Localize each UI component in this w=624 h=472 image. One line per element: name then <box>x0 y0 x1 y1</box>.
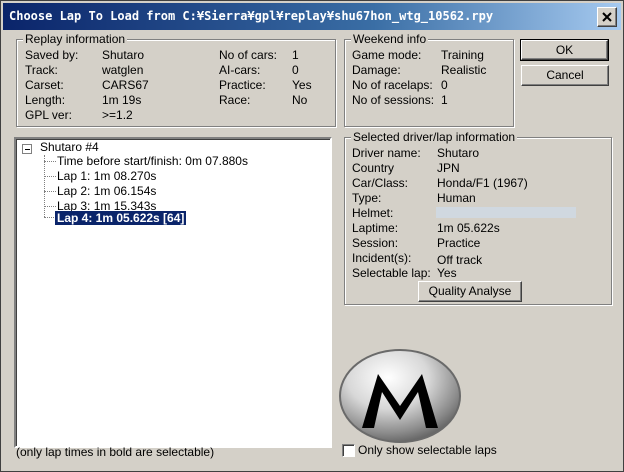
replay-info-legend: Replay information <box>23 32 128 46</box>
driver-info-legend: Selected driver/lap information <box>351 130 518 144</box>
driver-value: 1m 05.622s <box>437 221 500 235</box>
weekend-label: Damage: <box>352 63 401 77</box>
weekend-value: Training <box>441 48 484 62</box>
driver-value: Shutaro <box>437 146 480 160</box>
tree-connector <box>44 191 56 192</box>
close-button[interactable] <box>597 7 617 27</box>
replay-label: Saved by: <box>25 48 79 62</box>
replay-label: AI-cars: <box>219 63 261 77</box>
selectable-only-label[interactable]: Only show selectable laps <box>358 443 497 457</box>
driver-label: Driver name: <box>352 146 421 160</box>
helmet-preview <box>436 207 576 218</box>
replay-label: Length: <box>25 93 66 107</box>
replay-value: Shutaro <box>102 48 145 62</box>
replay-label: No of cars: <box>219 48 278 62</box>
weekend-value: 1 <box>441 93 448 107</box>
replay-label: Track: <box>25 63 58 77</box>
tree-item-lap-selected[interactable]: Lap 4: 1m 05.622s [64] <box>53 210 188 226</box>
window-title: Choose Lap To Load from C:¥Sierra¥gpl¥re… <box>9 9 494 23</box>
replay-value: watglen <box>102 63 144 77</box>
tree-connector <box>44 206 56 207</box>
tree-connector <box>44 161 56 162</box>
weekend-value: Realistic <box>441 63 487 77</box>
replay-value: 0 <box>292 63 299 77</box>
driver-value: Human <box>437 191 476 205</box>
tree-item-lap[interactable]: Lap 2: 1m 06.154s <box>57 184 156 198</box>
driver-value: Honda/F1 (1967) <box>437 176 528 190</box>
replay-value: Yes <box>292 78 312 92</box>
weekend-label: No of racelaps: <box>352 78 433 92</box>
driver-label: Incident(s): <box>352 251 412 265</box>
tree-item-lap[interactable]: Lap 1: 1m 08.270s <box>57 169 156 183</box>
replay-label: Carset: <box>25 78 64 92</box>
ok-button[interactable]: OK <box>520 39 609 61</box>
driver-label: Helmet: <box>352 206 394 220</box>
driver-label: Laptime: <box>352 221 399 235</box>
tree-root-driver[interactable]: Shutaro #4 <box>40 140 99 154</box>
replay-label: Practice: <box>219 78 266 92</box>
driver-label: Country <box>352 161 395 175</box>
tree-connector <box>44 176 56 177</box>
tree-item-start-time[interactable]: Time before start/finish: 0m 07.880s <box>57 154 248 168</box>
replay-value: >=1.2 <box>102 108 133 122</box>
selectable-only-checkbox[interactable] <box>342 444 355 457</box>
driver-label: Type: <box>352 191 382 205</box>
replay-label: GPL ver: <box>25 108 72 122</box>
lap-tree[interactable]: Shutaro #4 Time before start/finish: 0m … <box>14 137 332 448</box>
replay-label: Race: <box>219 93 251 107</box>
driver-label: Car/Class: <box>352 176 409 190</box>
weekend-info-legend: Weekend info <box>351 32 429 46</box>
driver-value: JPN <box>437 161 460 175</box>
title-bar[interactable]: Choose Lap To Load from C:¥Sierra¥gpl¥re… <box>3 3 621 30</box>
driver-value: Yes <box>437 266 457 280</box>
weekend-label: Game mode: <box>352 48 422 62</box>
replay-value: 1m 19s <box>102 93 142 107</box>
driver-label: Selectable lap: <box>352 266 431 280</box>
collapse-icon[interactable] <box>22 144 32 154</box>
m-logo-icon <box>339 349 461 443</box>
replay-value: No <box>292 93 308 107</box>
selectable-note: (only lap times in bold are selectable) <box>16 445 215 459</box>
tree-connector <box>44 155 45 217</box>
close-icon <box>602 12 612 22</box>
cancel-button[interactable]: Cancel <box>521 65 609 86</box>
driver-value: Practice <box>437 236 481 250</box>
replay-value: CARS67 <box>102 78 149 92</box>
quality-analyse-button[interactable]: Quality Analyse <box>418 281 522 302</box>
replay-value: 1 <box>292 48 299 62</box>
driver-label: Session: <box>352 236 399 250</box>
weekend-label: No of sessions: <box>352 93 435 107</box>
weekend-value: 0 <box>441 78 448 92</box>
driver-value: Off track <box>437 253 483 267</box>
